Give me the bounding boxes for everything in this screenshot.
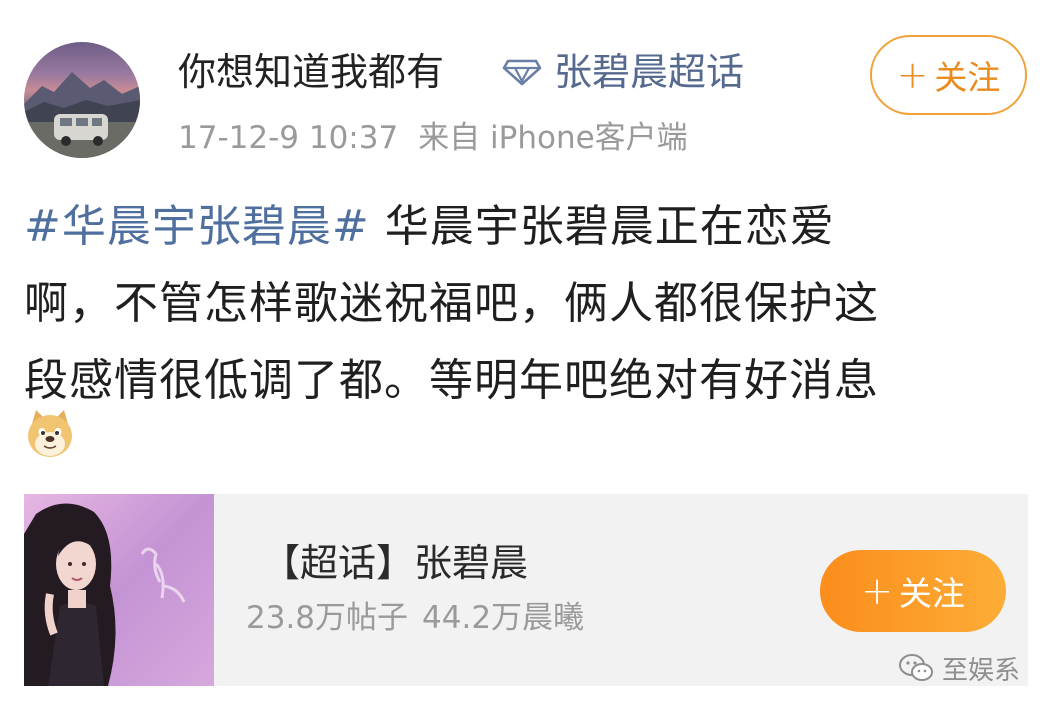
- posts-count: 23.8万帖子: [246, 600, 409, 636]
- post-line-3: 段感情很低调了都。等明年吧绝对有好消息: [24, 355, 879, 406]
- plus-icon: +: [861, 569, 893, 613]
- super-topic-card[interactable]: 【超话】张碧晨 23.8万帖子 44.2万晨曦 + 关注: [24, 494, 1028, 686]
- follow-user-button[interactable]: + 关注: [870, 35, 1027, 115]
- post-timestamp: 17-12-9 10:37: [178, 120, 399, 156]
- diamond-icon: [502, 59, 542, 86]
- avatar-landscape-image: [24, 72, 140, 158]
- hashtag-link[interactable]: #华晨宇张碧晨#: [24, 201, 370, 252]
- follow-user-label: 关注: [934, 58, 1001, 97]
- post-text-segment: 华晨宇张碧晨正在恋爱: [369, 201, 835, 252]
- post-body: #华晨宇张碧晨# 华晨宇张碧晨正在恋爱 啊，不管怎样歌迷祝福吧，俩人都很保护这 …: [24, 188, 1024, 419]
- post-line-1: #华晨宇张碧晨# 华晨宇张碧晨正在恋爱: [24, 188, 1024, 265]
- singer-photo-image: [24, 494, 214, 686]
- super-topic-label: 张碧晨超话: [554, 50, 745, 94]
- post-meta: 17-12-9 10:37 来自 iPhone客户端: [178, 116, 688, 160]
- post-line-2: 啊，不管怎样歌迷祝福吧，俩人都很保护这: [24, 278, 879, 329]
- follow-topic-label: 关注: [898, 574, 965, 613]
- super-topic-title: 【超话】张碧晨: [262, 541, 529, 585]
- doge-emoji-icon: [28, 410, 72, 457]
- super-topic-thumbnail: [24, 494, 214, 686]
- watermark-text: 至娱系: [942, 655, 1021, 686]
- watermark: 至娱系: [898, 650, 1020, 686]
- post-username[interactable]: 你想知道我都有: [178, 46, 444, 98]
- super-topic-stats: 23.8万帖子 44.2万晨曦: [246, 596, 584, 640]
- plus-icon: +: [896, 53, 929, 97]
- user-avatar[interactable]: [24, 42, 140, 158]
- post-source: 来自 iPhone客户端: [418, 120, 688, 156]
- wechat-icon: [899, 654, 933, 681]
- follow-topic-button[interactable]: + 关注: [820, 550, 1006, 632]
- fans-count: 44.2万晨曦: [422, 600, 585, 636]
- super-topic-link[interactable]: 张碧晨超话: [502, 46, 744, 98]
